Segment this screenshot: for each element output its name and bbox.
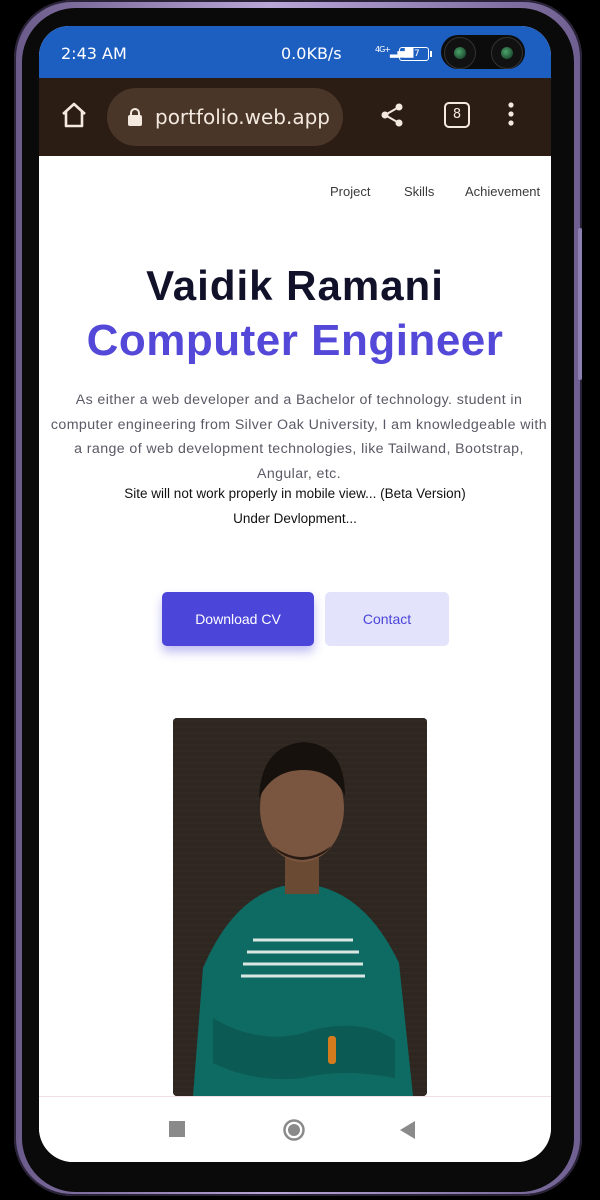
status-time: 2:43 AM — [61, 44, 127, 63]
download-cv-button[interactable]: Download CV — [162, 592, 314, 646]
share-icon[interactable] — [379, 102, 405, 128]
front-camera-icon — [444, 37, 476, 69]
url-text: portfolio.web.app — [155, 105, 330, 129]
nav-link-project[interactable]: Project — [330, 184, 370, 199]
hero-name: Vaidik Ramani — [146, 262, 444, 309]
phone-screen: 2:43 AM 0.0KB/s 4G+▂▄▆ 87 portfolio.web.… — [39, 26, 551, 1162]
recents-icon[interactable] — [169, 1121, 185, 1137]
development-note: Under Devlopment... — [233, 511, 357, 526]
profile-photo — [173, 718, 427, 1096]
tab-count-button[interactable]: 8 — [444, 102, 470, 128]
back-icon[interactable] — [400, 1121, 416, 1139]
network-speed: 0.0KB/s — [281, 44, 342, 63]
volume-button — [578, 228, 582, 380]
browser-toolbar: portfolio.web.app 8 — [39, 78, 551, 156]
battery-icon: 87 — [399, 47, 432, 61]
status-bar: 2:43 AM 0.0KB/s 4G+▂▄▆ 87 — [39, 26, 551, 78]
home-icon[interactable] — [59, 100, 89, 130]
android-nav-bar — [39, 1096, 551, 1162]
home-circle-icon[interactable] — [282, 1118, 306, 1142]
signal-label: 4G+ — [375, 45, 391, 54]
web-page: Project Skills Achievement Vaidik Ramani… — [39, 156, 551, 1096]
hero-description: As either a web developer and a Bachelor… — [50, 392, 548, 482]
contact-button[interactable]: Contact — [325, 592, 449, 646]
nav-link-achievement[interactable]: Achievement — [465, 184, 540, 199]
nav-link-skills[interactable]: Skills — [404, 184, 434, 199]
lock-icon — [128, 108, 142, 126]
front-camera-icon — [491, 37, 523, 69]
camera-cutout — [441, 35, 525, 69]
address-bar[interactable]: portfolio.web.app — [107, 88, 343, 146]
beta-notice: Site will not work properly in mobile vi… — [124, 486, 466, 501]
more-menu-icon[interactable] — [507, 101, 515, 127]
hero-role: Computer Engineer — [86, 316, 504, 365]
